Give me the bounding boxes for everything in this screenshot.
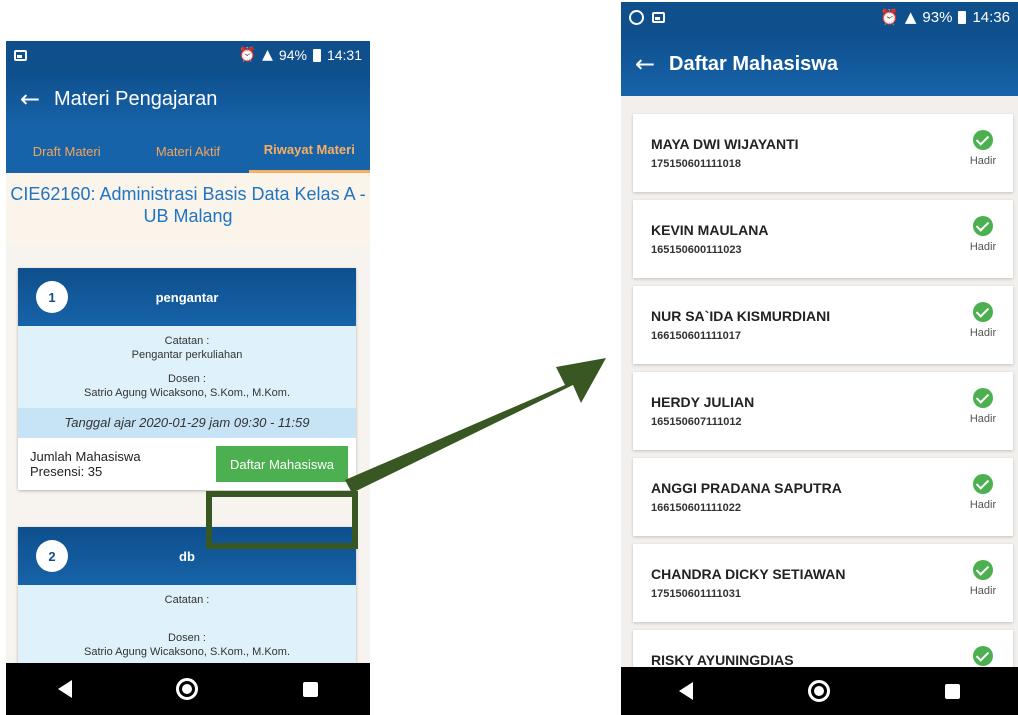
- attendance-status: Hadir: [969, 585, 997, 597]
- check-icon: [973, 130, 993, 150]
- student-name: RISKY AYUNINGDIAS: [651, 652, 794, 667]
- student-name: MAYA DWI WIJAYANTI: [651, 136, 799, 152]
- student-item[interactable]: CHANDRA DICKY SETIAWAN 175150601111031 H…: [633, 544, 1013, 622]
- attendance-status: Hadir: [969, 499, 997, 511]
- android-nav-bar: [621, 667, 1018, 715]
- student-nim: 165150600111023: [651, 244, 742, 256]
- nav-back-icon[interactable]: [678, 682, 693, 700]
- student-nim: 166150601111022: [651, 502, 741, 514]
- clock: 14:36: [972, 8, 1010, 26]
- status-bar: ⏰ ▲ 93% 14:36: [621, 2, 1018, 32]
- student-name: ANGGI PRADANA SAPUTRA: [651, 480, 842, 496]
- check-icon: [973, 388, 993, 408]
- wifi-signal-icon: ▲: [904, 8, 917, 26]
- student-nim: 165150607111012: [651, 416, 742, 428]
- attendance-status: Hadir: [969, 327, 997, 339]
- arrow-shape: [345, 358, 606, 493]
- check-icon: [973, 216, 993, 236]
- student-item[interactable]: HERDY JULIAN 165150607111012 Hadir: [633, 372, 1013, 450]
- student-nim: 175150601111031: [651, 588, 741, 600]
- attendance-status: Hadir: [969, 241, 997, 253]
- whatsapp-icon: [629, 9, 644, 25]
- check-icon: [973, 560, 993, 580]
- student-name: HERDY JULIAN: [651, 394, 755, 410]
- student-item[interactable]: ANGGI PRADANA SAPUTRA 166150601111022 Ha…: [633, 458, 1013, 536]
- student-name: KEVIN MAULANA: [651, 222, 769, 238]
- student-nim: 175150601111018: [651, 158, 741, 170]
- back-arrow-icon[interactable]: ←: [621, 50, 669, 78]
- image-notification-icon: [652, 11, 665, 23]
- student-nim: 166150601111017: [651, 330, 741, 342]
- alarm-icon: ⏰: [880, 8, 899, 26]
- student-list: MAYA DWI WIJAYANTI 175150601111018 Hadir…: [621, 96, 1018, 667]
- student-item[interactable]: RISKY AYUNINGDIAS: [633, 630, 1013, 667]
- attendance-status: Hadir: [969, 413, 997, 425]
- check-icon: [973, 646, 993, 666]
- student-item[interactable]: KEVIN MAULANA 165150600111023 Hadir: [633, 200, 1013, 278]
- battery-level: 93%: [922, 8, 953, 26]
- right-phone-screen: ⏰ ▲ 93% 14:36 ← Daftar Mahasiswa MAYA DW…: [621, 2, 1018, 715]
- student-item[interactable]: MAYA DWI WIJAYANTI 175150601111018 Hadir: [633, 114, 1013, 192]
- student-name: CHANDRA DICKY SETIAWAN: [651, 566, 846, 582]
- battery-icon: [958, 10, 967, 24]
- app-bar: ← Daftar Mahasiswa: [621, 32, 1018, 96]
- check-icon: [973, 474, 993, 494]
- student-name: NUR SA`IDA KISMURDIANI: [651, 308, 831, 324]
- attendance-status: Hadir: [969, 155, 997, 167]
- nav-home-icon[interactable]: [807, 680, 830, 702]
- page-title: Daftar Mahasiswa: [669, 52, 838, 75]
- nav-recent-apps-icon[interactable]: [945, 683, 961, 699]
- student-item[interactable]: NUR SA`IDA KISMURDIANI 166150601111017 H…: [633, 286, 1013, 364]
- check-icon: [973, 302, 993, 322]
